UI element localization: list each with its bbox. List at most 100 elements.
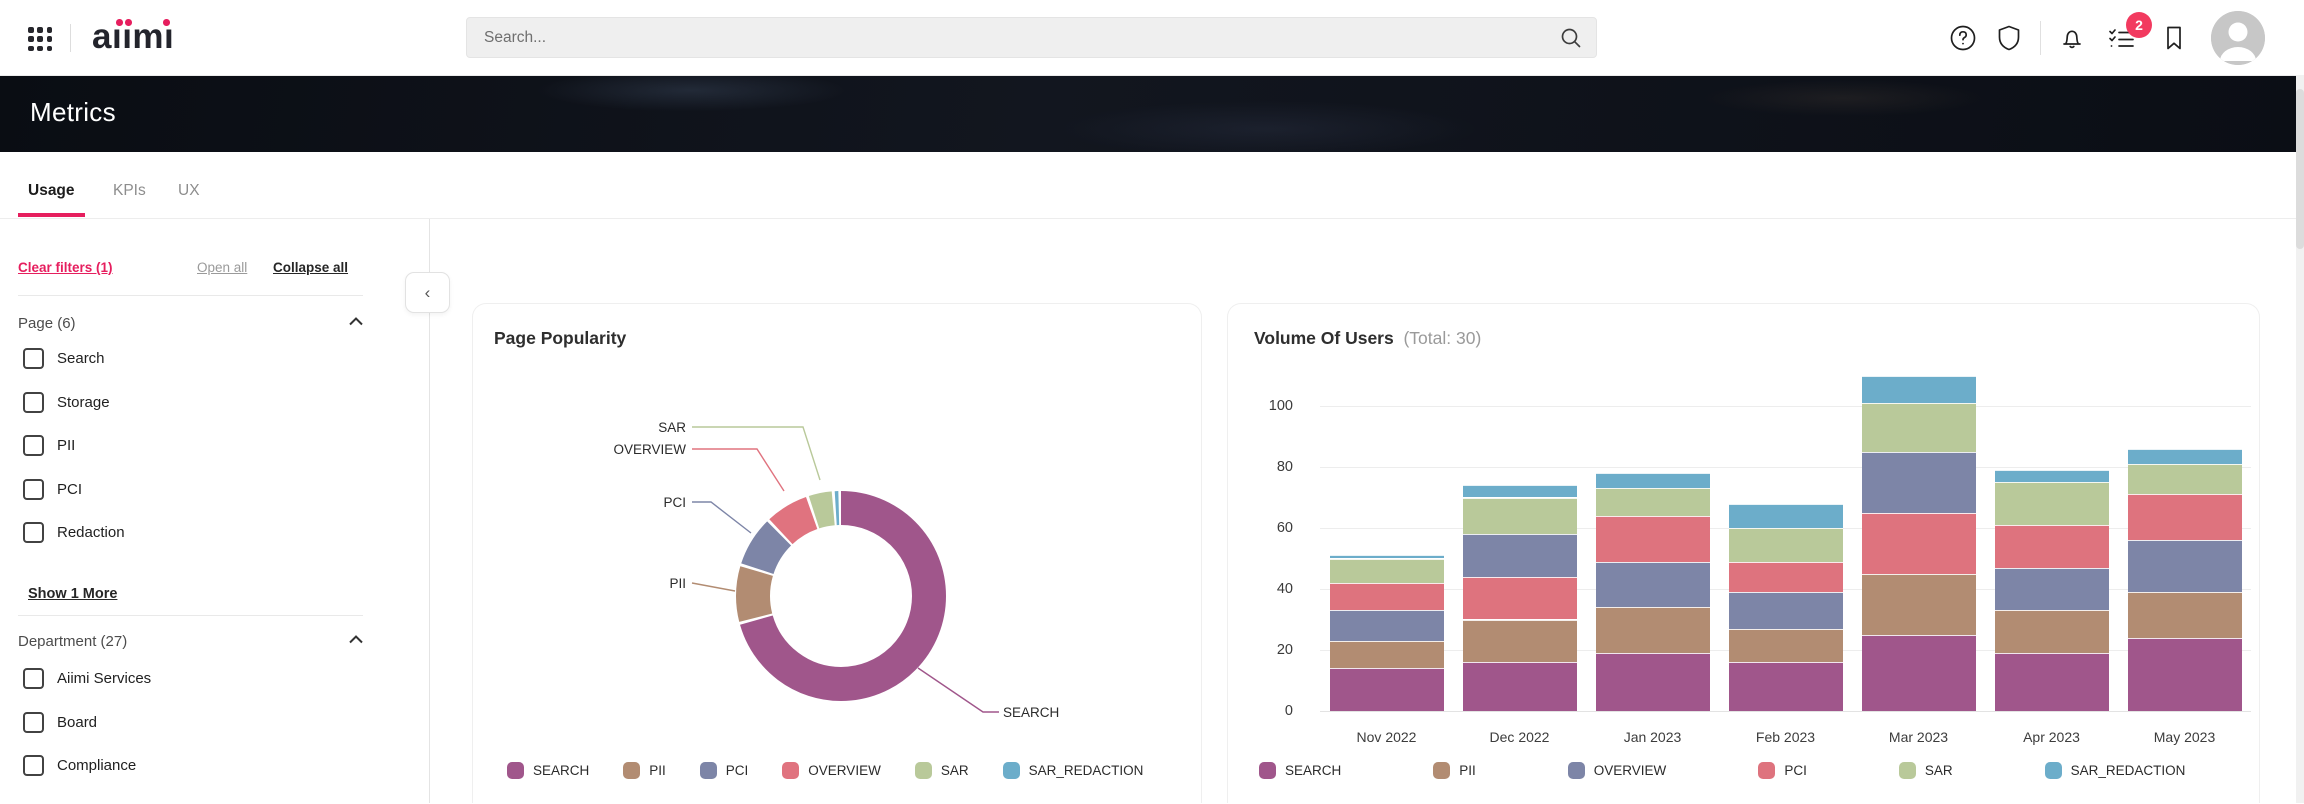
metrics-tabs: Usage KPIs UX: [0, 152, 2304, 219]
filter-checkbox-row[interactable]: PII: [23, 435, 75, 456]
checkbox-label: Storage: [57, 394, 110, 411]
bar-segment-sar: [2128, 464, 2242, 495]
bar-segment-sar_redaction: [2128, 449, 2242, 464]
bar-segment-search: [1596, 653, 1710, 711]
donut-legend: SEARCH PII PCI OVERVIEW SAR SAR_REDACTION: [507, 762, 1143, 779]
bar-segment-overview: [2128, 540, 2242, 592]
checkbox[interactable]: [23, 479, 44, 500]
legend-swatch: [915, 762, 932, 779]
bar-segment-pci: [1995, 525, 2109, 568]
legend-label: PCI: [1784, 763, 1807, 778]
legend-item[interactable]: SAR_REDACTION: [1003, 762, 1144, 779]
page-scrollbar-track[interactable]: [2296, 75, 2304, 803]
checkbox[interactable]: [23, 348, 44, 369]
page-scrollbar-thumb[interactable]: [2296, 89, 2304, 249]
legend-item[interactable]: OVERVIEW: [782, 762, 881, 779]
bar-segment-sar: [1995, 482, 2109, 525]
aiimi-logo[interactable]: aıımı: [92, 17, 182, 59]
tab-kpis[interactable]: KPIs: [113, 182, 146, 200]
legend-label: PCI: [726, 763, 749, 778]
filter-group-department[interactable]: Department (27): [18, 633, 363, 650]
topbar-divider: [70, 24, 71, 52]
x-axis-line: [1320, 711, 2251, 712]
filter-checkbox-row[interactable]: Storage: [23, 392, 110, 413]
x-axis-label: Mar 2023: [1852, 729, 1985, 745]
donut-callout-label: OVERVIEW: [613, 442, 686, 457]
legend-label: SAR: [1925, 763, 1953, 778]
legend-swatch: [1433, 762, 1450, 779]
legend-item[interactable]: SAR: [1899, 762, 1953, 779]
legend-item[interactable]: PCI: [700, 762, 749, 779]
top-bar: aıımı: [0, 0, 2304, 76]
legend-swatch: [1899, 762, 1916, 779]
filter-checkbox-row[interactable]: Board: [23, 712, 97, 733]
topbar-icons: 2: [1946, 0, 2265, 75]
x-axis-label: May 2023: [2118, 729, 2251, 745]
filter-checkbox-row[interactable]: Search: [23, 348, 105, 369]
legend-item[interactable]: SAR: [915, 762, 969, 779]
tasks-checklist-icon[interactable]: 2: [2105, 21, 2139, 55]
collapse-sidebar-button[interactable]: ‹: [405, 272, 450, 313]
legend-swatch: [1003, 762, 1020, 779]
checkbox[interactable]: [23, 755, 44, 776]
legend-label: SAR_REDACTION: [1029, 763, 1144, 778]
checkbox[interactable]: [23, 522, 44, 543]
filter-checkbox-row[interactable]: PCI: [23, 479, 82, 500]
tab-usage[interactable]: Usage: [28, 182, 75, 200]
topbar-divider: [2040, 21, 2041, 55]
collapse-all-link[interactable]: Collapse all: [273, 260, 348, 275]
bar-segment-overview: [1862, 452, 1976, 513]
notifications-bell-icon[interactable]: [2055, 21, 2089, 55]
search-input[interactable]: [467, 29, 1558, 47]
legend-swatch: [1259, 762, 1276, 779]
checkbox[interactable]: [23, 712, 44, 733]
filter-checkbox-row[interactable]: Aiimi Services: [23, 668, 151, 689]
bar-segment-overview: [1729, 592, 1843, 629]
bar-segment-sar_redaction: [1596, 473, 1710, 488]
legend-label: SAR_REDACTION: [2071, 763, 2186, 778]
x-axis-label: Jan 2023: [1586, 729, 1719, 745]
legend-label: SAR: [941, 763, 969, 778]
clear-filters-link[interactable]: Clear filters (1): [18, 260, 113, 275]
filter-checkbox-row[interactable]: Redaction: [23, 522, 125, 543]
legend-item[interactable]: SEARCH: [1259, 762, 1341, 779]
user-avatar[interactable]: [2211, 11, 2265, 65]
show-more-link[interactable]: Show 1 More: [28, 586, 117, 602]
y-axis-label: 100: [1228, 398, 1293, 414]
legend-item[interactable]: SAR_REDACTION: [2045, 762, 2186, 779]
help-icon[interactable]: [1946, 21, 1980, 55]
checkbox-label: Board: [57, 714, 97, 731]
logo-dot: [125, 19, 132, 26]
x-axis-label: Nov 2022: [1320, 729, 1453, 745]
legend-label: OVERVIEW: [808, 763, 881, 778]
y-axis-label: 60: [1228, 520, 1293, 536]
checkbox[interactable]: [23, 435, 44, 456]
legend-swatch: [1568, 762, 1585, 779]
logo-dot: [116, 19, 123, 26]
x-axis-label: Apr 2023: [1985, 729, 2118, 745]
legend-item[interactable]: OVERVIEW: [1568, 762, 1667, 779]
checkbox[interactable]: [23, 668, 44, 689]
legend-item[interactable]: SEARCH: [507, 762, 589, 779]
bar-segment-search: [1463, 662, 1577, 711]
divider: [18, 615, 363, 616]
bar-segment-pci: [1596, 516, 1710, 562]
bar-segment-sar_redaction: [1463, 485, 1577, 497]
bar-segment-pii: [1596, 607, 1710, 653]
filter-checkbox-row[interactable]: Compliance: [23, 755, 136, 776]
legend-label: OVERVIEW: [1594, 763, 1667, 778]
legend-item[interactable]: PCI: [1758, 762, 1807, 779]
app-grid-icon[interactable]: [28, 27, 53, 52]
legend-swatch: [1758, 762, 1775, 779]
bookmark-icon[interactable]: [2157, 21, 2191, 55]
shield-icon[interactable]: [1992, 21, 2026, 55]
legend-item[interactable]: PII: [623, 762, 666, 779]
tab-ux[interactable]: UX: [178, 182, 200, 200]
chevron-up-icon: [349, 635, 363, 644]
filter-group-page[interactable]: Page (6): [18, 315, 363, 332]
legend-item[interactable]: PII: [1433, 762, 1476, 779]
checkbox[interactable]: [23, 392, 44, 413]
bar-segment-pii: [1729, 629, 1843, 663]
open-all-link[interactable]: Open all: [197, 260, 247, 275]
search-icon[interactable]: [1558, 25, 1584, 51]
